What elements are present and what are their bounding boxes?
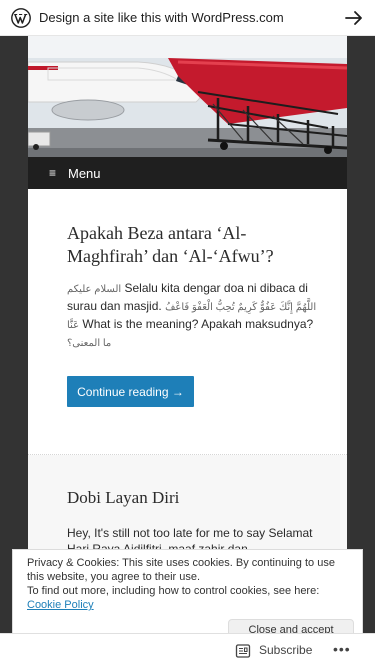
arrow-right-icon[interactable]: [343, 7, 365, 29]
continue-reading-button[interactable]: Continue reading →: [67, 376, 194, 407]
post-title[interactable]: Dobi Layan Diri: [67, 487, 317, 509]
excerpt-text-2: What is the meaning? Apakah maksudnya?: [79, 317, 314, 331]
reader-subscribe-icon[interactable]: [235, 643, 251, 659]
airplane-photo: [28, 36, 347, 157]
bottom-action-bar: Subscribe •••: [0, 633, 375, 667]
post-article: Apakah Beza antara ‘Al-Maghfirah’ dan ‘A…: [28, 189, 347, 454]
more-options-icon[interactable]: •••: [333, 641, 351, 657]
arabic-greeting: السلام عليكم: [67, 284, 122, 295]
post-excerpt: السلام عليكم Selalu kita dengar doa ni d…: [67, 280, 319, 352]
promo-text[interactable]: Design a site like this with WordPress.c…: [39, 10, 343, 25]
wordpress-promo-bar[interactable]: Design a site like this with WordPress.c…: [0, 0, 375, 36]
cookie-text: Privacy & Cookies: This site uses cookie…: [27, 557, 335, 583]
cookie-policy-link[interactable]: Cookie Policy: [27, 599, 94, 611]
cookie-text-more: To find out more, including how to contr…: [27, 585, 320, 597]
header-image[interactable]: [28, 36, 347, 157]
subscribe-button[interactable]: Subscribe: [259, 643, 312, 657]
menu-toggle[interactable]: ≡ Menu: [28, 157, 347, 189]
arabic-meaning: ما المعنى؟: [67, 338, 112, 349]
hamburger-icon: ≡: [49, 166, 57, 180]
post-title[interactable]: Apakah Beza antara ‘Al-Maghfirah’ dan ‘A…: [67, 222, 317, 268]
menu-label: Menu: [68, 165, 101, 181]
cookie-banner: Privacy & Cookies: This site uses cookie…: [12, 549, 363, 641]
wordpress-logo-icon: [11, 7, 31, 28]
